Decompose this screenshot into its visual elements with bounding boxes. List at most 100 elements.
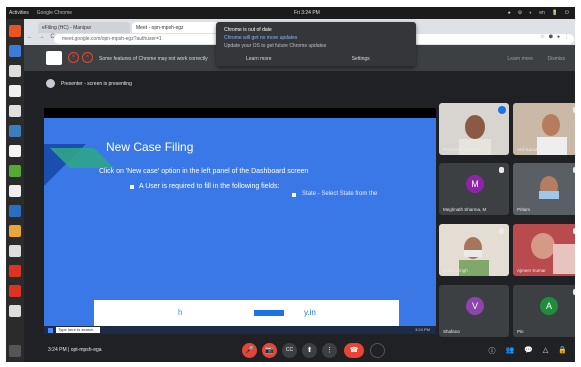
present-button[interactable]: ⬆ <box>302 343 317 358</box>
windows-icon <box>48 328 53 333</box>
update-notification: Chrome is out of date Chrome will get no… <box>216 22 416 66</box>
notification-body: Update your OS to get future Chrome upda… <box>224 43 327 49</box>
participant-tile[interactable]: Pritam <box>513 163 575 215</box>
software-icon[interactable] <box>9 125 21 137</box>
participant-name: Pritam <box>517 207 531 212</box>
extensions-icon[interactable]: ⬢ <box>549 34 553 40</box>
inner-button <box>254 310 284 316</box>
participant-tile[interactable]: Ratan Singh <box>439 224 509 276</box>
notification-subtitle: Chrome will get no more updates <box>224 35 298 41</box>
meeting-info: 3:24 PM | opt-mpsh-ega <box>48 347 102 353</box>
participant-tile[interactable]: Ajmeer Kumar <box>513 224 575 276</box>
more-options-button[interactable]: ⋮ <box>322 343 337 358</box>
presentation-stage: New Case Filing Click on 'New case' opti… <box>44 108 436 334</box>
app-menu[interactable]: Google Chrome <box>37 10 72 16</box>
power-icon[interactable]: ⏻ <box>565 10 569 16</box>
participant-name: Anil Kumar <box>517 147 540 152</box>
participant-tile[interactable]: Anil Kumar <box>513 103 575 155</box>
participant-name: Presenter saturan <box>443 147 479 152</box>
presenter-avatar <box>46 79 55 88</box>
battery-icon[interactable]: 🔋 <box>552 10 558 16</box>
participant-tile[interactable]: V Shafana <box>439 285 509 337</box>
terminal-icon[interactable] <box>9 165 21 177</box>
activities-button[interactable]: Activities <box>9 10 29 16</box>
participant-name: Pin <box>517 329 524 334</box>
mic-off-icon <box>573 228 575 234</box>
mic-off-icon <box>499 228 504 234</box>
document-icon[interactable] <box>9 105 21 117</box>
dismiss-button[interactable]: Dismiss <box>548 56 566 62</box>
slide-line: A User is required to fill in the follow… <box>139 183 280 190</box>
lock-icon[interactable]: 🔒 <box>558 346 567 356</box>
people-icon[interactable]: 👥 <box>505 346 514 356</box>
mic-button[interactable]: 🎤 <box>242 343 257 358</box>
mic-off-icon <box>573 107 575 113</box>
chat-icon[interactable]: 💬 <box>524 346 533 356</box>
speaking-icon <box>498 106 506 114</box>
participant-name: Shafana <box>443 329 460 334</box>
menu-icon[interactable]: ⋮ <box>564 34 569 40</box>
learn-more-button[interactable]: Learn more <box>507 56 533 62</box>
tab-meet[interactable]: Meet - opn-mpsh-egz <box>132 22 224 33</box>
presenting-bar: Presenter - screen is presenting <box>24 71 575 96</box>
leave-call-button[interactable]: ☎ <box>344 343 364 358</box>
taskbar-search: Type here to search <box>56 327 100 333</box>
show-apps-icon[interactable] <box>9 345 21 357</box>
language-indicator[interactable]: en <box>539 10 545 16</box>
participant-tile[interactable]: M Meghnath Sharma, M <box>439 163 509 215</box>
firefox-icon[interactable] <box>9 25 21 37</box>
tab-efiling[interactable]: eFiling (HC) - Manipur <box>38 22 130 33</box>
reaction-button[interactable] <box>370 343 385 358</box>
participant-avatar: A <box>540 297 558 315</box>
bullet-icon <box>292 193 296 197</box>
ubuntu-dock <box>6 19 24 362</box>
system-tray[interactable]: ● ⚙ ◐ en 🔋 ⏻ <box>508 10 569 16</box>
participant-avatar: V <box>466 297 484 315</box>
pdf-icon[interactable] <box>9 265 21 277</box>
browser-toolbar-right: ☆ ⬢ ● ⋮ <box>540 34 569 40</box>
mic-off-icon <box>499 167 504 173</box>
writer-icon[interactable] <box>9 205 21 217</box>
mic-off-icon <box>573 167 575 173</box>
os-top-bar: Activities Google Chrome Fri 3:24 PM ● ⚙… <box>6 7 575 19</box>
trash-icon[interactable] <box>9 305 21 317</box>
side-panel-controls: ⓘ 👥 💬 △ 🔒 <box>488 346 567 356</box>
captions-button[interactable]: CC <box>282 343 297 358</box>
chrome-icon[interactable] <box>9 225 21 237</box>
participant-name: Ajmeer Kumar <box>517 268 546 273</box>
doc-icon[interactable] <box>9 245 21 257</box>
participant-tile[interactable]: A Pin <box>513 285 575 337</box>
accessibility-icon[interactable]: ◐ <box>529 10 532 16</box>
network-icon[interactable]: ● <box>508 10 511 16</box>
settings-link[interactable]: Settings <box>352 56 370 62</box>
bullet-icon <box>130 185 134 189</box>
window-icon[interactable] <box>9 145 21 157</box>
info-icon[interactable]: ⓘ <box>488 346 495 356</box>
document-icon[interactable] <box>9 85 21 97</box>
profile-icon[interactable]: ● <box>557 34 560 40</box>
close-icon[interactable]: × <box>68 52 79 63</box>
settings-icon[interactable]: ⚙ <box>518 10 522 16</box>
notification-title: Chrome is out of date <box>224 27 272 33</box>
inner-logo: y.in <box>304 308 316 317</box>
system-clock[interactable]: Fri 3:24 PM <box>294 10 320 16</box>
infobar-message: Some features of Chrome may not work cor… <box>99 56 208 62</box>
slide-line: State - Select State from the <box>302 191 378 197</box>
files-icon[interactable] <box>9 65 21 77</box>
pdf-icon[interactable] <box>9 285 21 297</box>
star-icon[interactable]: ☆ <box>540 34 544 40</box>
app-logo <box>46 51 62 65</box>
inner-window: h y.in <box>94 300 399 326</box>
nav-buttons[interactable]: ← → C <box>27 34 57 40</box>
activities-icon[interactable]: △ <box>543 346 548 356</box>
close-icon[interactable]: × <box>82 52 93 63</box>
participant-name: Meghnath Sharma, M <box>443 207 487 212</box>
camera-button[interactable]: 📷 <box>262 343 277 358</box>
learn-more-link[interactable]: Learn more <box>246 56 272 62</box>
participant-tile[interactable]: Presenter saturan <box>439 103 509 155</box>
thunderbird-icon[interactable] <box>9 45 21 57</box>
presenting-label: Presenter - screen is presenting <box>61 81 132 87</box>
writer-icon[interactable] <box>9 185 21 197</box>
meeting-code: opt-mpsh-ega <box>70 347 102 353</box>
shared-slide: New Case Filing Click on 'New case' opti… <box>44 118 436 326</box>
